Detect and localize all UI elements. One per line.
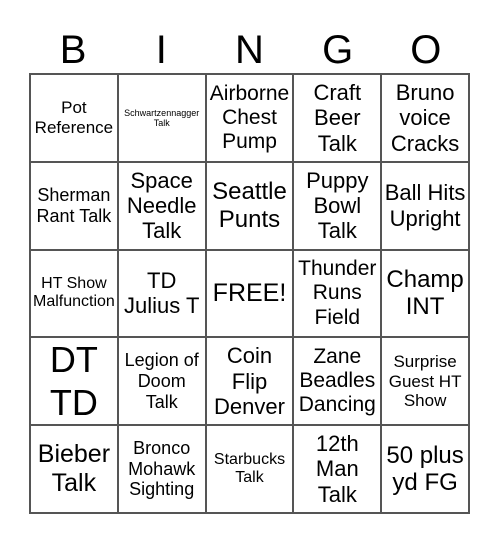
header-letter-n: N [235, 28, 264, 72]
bingo-cell[interactable]: Starbucks Talk [205, 425, 294, 513]
bingo-cell[interactable]: Zane Beadles Dancing [293, 337, 382, 426]
bingo-cell[interactable]: Surprise Guest HT Show [381, 337, 469, 426]
bingo-cell[interactable]: Bronco Mohawk Sighting [117, 425, 206, 513]
bingo-cell[interactable]: Schwartzennagger Talk [117, 74, 206, 162]
bingo-cell[interactable]: Bruno voice Cracks [381, 74, 469, 162]
bingo-cell[interactable]: TD Julius T [117, 249, 206, 338]
bingo-grid: Pot Reference Schwartzennagger Talk Airb… [29, 73, 470, 514]
bingo-cell[interactable]: 12th Man Talk [293, 425, 382, 513]
bingo-cell[interactable]: 50 plus yd FG [381, 425, 469, 513]
bingo-cell[interactable]: Ball Hits Upright [381, 161, 469, 250]
free-space[interactable]: FREE! [205, 249, 294, 338]
bingo-cell[interactable]: HT Show Malfunction [30, 249, 118, 338]
header-letter-g: G [322, 28, 354, 72]
bingo-cell[interactable]: Champ INT [381, 249, 469, 338]
bingo-cell[interactable]: Sherman Rant Talk [30, 161, 118, 250]
bingo-cell[interactable]: Pot Reference [30, 74, 118, 162]
bingo-cell[interactable]: Bieber Talk [30, 425, 118, 513]
bingo-cell[interactable]: DT TD [30, 337, 118, 426]
header-letter-i: I [155, 28, 167, 72]
bingo-cell[interactable]: Puppy Bowl Talk [293, 161, 382, 250]
bingo-cell[interactable]: Legion of Doom Talk [117, 337, 206, 426]
header-letter-b: B [59, 28, 87, 72]
bingo-cell[interactable]: Craft Beer Talk [293, 74, 382, 162]
bingo-cell[interactable]: Thunder Runs Field [293, 249, 382, 338]
bingo-cell[interactable]: Seattle Punts [205, 161, 294, 250]
bingo-header: B I N G O [29, 28, 470, 72]
bingo-cell[interactable]: Space Needle Talk [117, 161, 206, 250]
bingo-cell[interactable]: Coin Flip Denver [205, 337, 294, 426]
bingo-cell[interactable]: Airborne Chest Pump [205, 74, 294, 162]
header-letter-o: O [410, 28, 442, 72]
